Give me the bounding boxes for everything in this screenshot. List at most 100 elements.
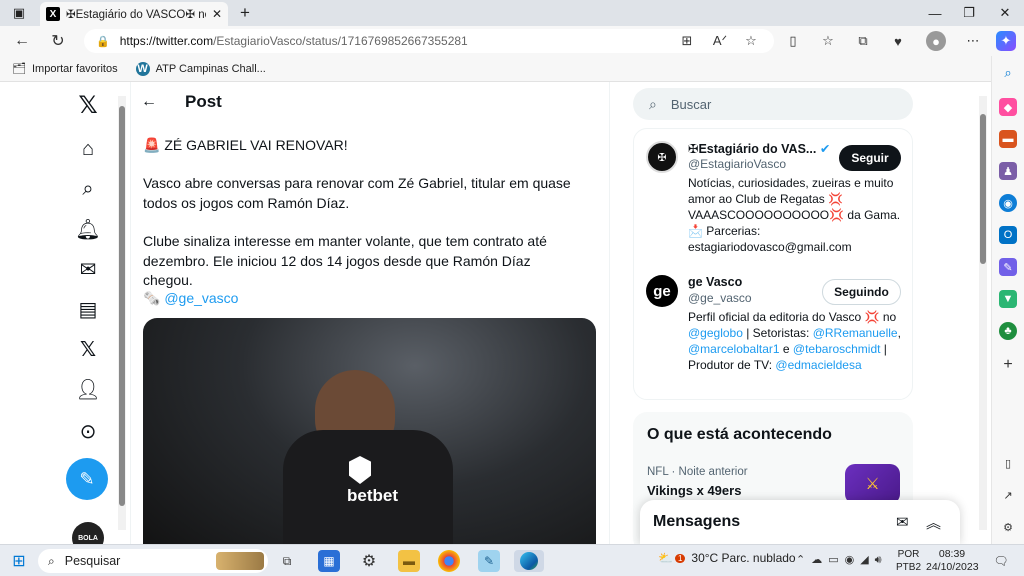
page-scrollbar[interactable] xyxy=(979,96,987,530)
account-bio: Perfil oficial da editoria do Vasco 💢 no… xyxy=(688,310,901,372)
file-explorer-icon[interactable]: ▬ xyxy=(398,550,420,572)
start-windows-icon[interactable]: ⊞ xyxy=(8,550,30,572)
following-button[interactable]: Seguindo xyxy=(822,279,901,305)
search-icon: ⌕ xyxy=(649,95,657,112)
more-circle-icon[interactable]: ⊙ xyxy=(73,416,103,446)
drop-icon[interactable]: ▼ xyxy=(999,290,1017,308)
taskbar-search-box[interactable]: ⌕ Pesquisar xyxy=(38,549,268,573)
explore-search-icon[interactable]: ⌕ xyxy=(73,174,103,204)
clock[interactable]: 08:39 24/10/2023 xyxy=(926,548,979,574)
url-field[interactable]: 🔒 https://twitter.com/EstagiarioVasco/st… xyxy=(84,29,774,53)
newspaper-icon: 🗞️ xyxy=(143,290,161,306)
close-window-icon[interactable]: ✕ xyxy=(992,4,1018,22)
favorite-atp[interactable]: W ATP Campinas Chall... xyxy=(135,61,266,76)
expand-chevron-icon[interactable]: ︽ xyxy=(926,512,941,533)
main-column: ← Post 🚨 ZÉ GABRIEL VAI RENOVAR! Vasco a… xyxy=(130,82,610,544)
x-logo-icon: X xyxy=(46,7,60,21)
refresh-icon[interactable]: ↻ xyxy=(44,27,72,55)
settings-icon[interactable]: ⚙ xyxy=(999,518,1017,536)
feather-plus-icon: ✎ xyxy=(79,468,95,489)
left-scroll-thumb[interactable] xyxy=(119,106,125,506)
source-mention-link[interactable]: @ge_vasco xyxy=(164,290,238,306)
search-placeholder: Buscar xyxy=(670,96,712,112)
search-box[interactable]: ⌕ Buscar xyxy=(633,88,913,120)
premium-x-icon[interactable]: 𝕏 xyxy=(73,334,103,364)
active-tab[interactable]: X ✠Estagiário do VASCO✠ no X: "🚨 ✕ xyxy=(40,2,228,26)
left-scrollbar[interactable] xyxy=(118,96,126,530)
widgets-icon[interactable]: ▦ xyxy=(318,550,340,572)
favorites-icon[interactable]: ☆ xyxy=(818,31,838,51)
chrome-icon[interactable] xyxy=(438,550,460,572)
messages-envelope-icon[interactable]: ✉ xyxy=(73,254,103,284)
tweet-photo[interactable]: betbet xyxy=(143,318,596,544)
lists-icon[interactable]: ▤ xyxy=(73,294,103,324)
profile-icon[interactable]: ● xyxy=(926,31,946,51)
favorite-label: ATP Campinas Chall... xyxy=(155,62,266,75)
add-sidebar-icon[interactable]: + xyxy=(999,356,1017,374)
compose-post-button[interactable]: ✎ xyxy=(66,458,108,500)
weather-widget[interactable]: ⛅ 1 30°C Parc. nublado xyxy=(658,551,796,565)
minimize-icon[interactable]: — xyxy=(922,4,948,22)
hide-sidebar-icon[interactable]: ▯ xyxy=(999,454,1017,472)
mention-link[interactable]: @tebaroschmidt xyxy=(793,342,881,356)
split-screen-icon[interactable]: ▯ xyxy=(783,31,803,51)
home-icon[interactable]: ⌂ xyxy=(73,134,103,164)
verified-badge-icon: ✔ xyxy=(819,142,831,156)
estagiario-avatar: ✠ xyxy=(646,141,678,173)
trend-title[interactable]: Vikings x 49ers xyxy=(647,483,741,498)
games-icon[interactable]: ♟ xyxy=(999,162,1017,180)
copilot-icon[interactable]: ✦ xyxy=(996,31,1016,51)
page-scroll-thumb[interactable] xyxy=(980,114,986,264)
office-icon[interactable]: ◉ xyxy=(999,194,1017,212)
mention-link[interactable]: @marcelobaltar1 xyxy=(688,342,780,356)
designer-icon[interactable]: ✎ xyxy=(999,258,1017,276)
account-name: ✠Estagiário do VAS... ✔ xyxy=(688,142,831,156)
tools-icon[interactable]: ▬ xyxy=(999,130,1017,148)
search-icon[interactable]: ⌕ xyxy=(999,64,1017,82)
x-home-logo-icon[interactable]: 𝕏 xyxy=(73,90,103,120)
favorite-import[interactable]: 🗂 Importar favoritos xyxy=(12,62,118,76)
back-icon[interactable]: ← xyxy=(8,27,36,55)
shopping-icon[interactable]: ◆ xyxy=(999,98,1017,116)
task-view-icon[interactable]: ⧉ xyxy=(276,550,298,572)
mention-link[interactable]: @edmacieldesa xyxy=(775,358,861,372)
language-indicator[interactable]: POR PTB2 xyxy=(896,548,921,574)
messages-drawer[interactable]: Mensagens ✉ ︽ xyxy=(640,500,960,544)
notifications-bell-icon[interactable]: 🔔︎ xyxy=(73,214,103,244)
account-ge-vasco[interactable]: ge ge Vasco @ge_vasco Perfil oficial da … xyxy=(646,275,906,395)
tab-actions-icon[interactable]: ▣ xyxy=(6,4,32,22)
notifications-icon[interactable]: 🗨︎ xyxy=(990,550,1012,572)
external-link-icon[interactable]: ↗ xyxy=(999,486,1017,504)
new-tab-icon[interactable]: + xyxy=(232,3,258,22)
account-avatar[interactable]: BOLA xyxy=(72,522,104,544)
account-handle: @EstagiarioVasco xyxy=(688,157,787,171)
maximize-icon[interactable]: ❐ xyxy=(956,4,982,22)
system-tray-icons[interactable]: ⌃☁▭◉◢🔊︎ xyxy=(796,553,888,567)
mention-link[interactable]: @geglobo xyxy=(688,326,743,340)
edge-taskbar-icon[interactable] xyxy=(514,550,544,572)
post-header-title: Post xyxy=(185,92,222,111)
read-aloud-icon[interactable]: Aᐟ xyxy=(710,31,730,51)
tab-title: ✠Estagiário do VASCO✠ no X: "🚨 xyxy=(66,9,206,21)
address-bar: ← ↻ 🔒 https://twitter.com/EstagiarioVasc… xyxy=(0,26,1024,56)
tweet-line1: 🚨 ZÉ GABRIEL VAI RENOVAR! xyxy=(143,137,348,153)
app-available-icon[interactable]: ⊞ xyxy=(677,31,697,51)
back-arrow-icon[interactable]: ← xyxy=(141,93,157,111)
account-estagiario[interactable]: ✠ ✠Estagiário do VAS... ✔ @EstagiarioVas… xyxy=(646,141,906,261)
avatar-label: BOLA xyxy=(78,534,98,542)
profile-person-icon[interactable]: 👤︎ xyxy=(73,374,103,404)
new-message-icon[interactable]: ✉ xyxy=(896,513,909,531)
favorite-label: Importar favoritos xyxy=(32,62,118,75)
follow-button[interactable]: Seguir xyxy=(839,145,901,171)
extensions-icon[interactable]: ♥ xyxy=(888,31,908,51)
notepad-icon[interactable]: ✎ xyxy=(478,550,500,572)
outlook-icon[interactable]: O xyxy=(999,226,1017,244)
tree-icon[interactable]: ♣ xyxy=(999,322,1017,340)
mention-link[interactable]: @RRemanuelle xyxy=(813,326,898,340)
trend-image[interactable]: ⚔ xyxy=(845,464,900,504)
close-tab-icon[interactable]: ✕ xyxy=(212,7,222,21)
collections-icon[interactable]: ⧉ xyxy=(853,31,873,51)
favorite-star-icon[interactable]: ☆ xyxy=(741,31,761,51)
more-options-icon[interactable]: ⋯ xyxy=(963,31,983,51)
settings-gear-icon[interactable]: ⚙ xyxy=(358,550,380,572)
